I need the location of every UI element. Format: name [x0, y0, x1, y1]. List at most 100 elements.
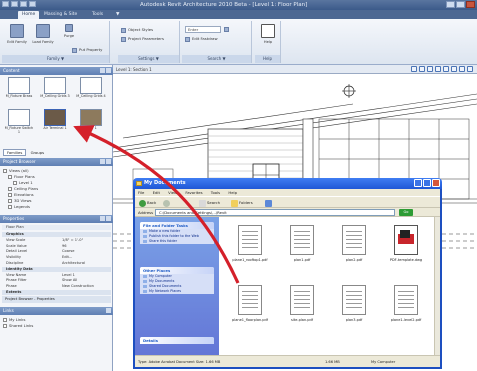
library-item[interactable]: Floor 1: [76, 109, 106, 137]
window-menu-icon[interactable]: [467, 66, 473, 72]
tree-row[interactable]: Views (all): [3, 168, 29, 173]
app-menu-icon[interactable]: [2, 1, 9, 7]
property-row[interactable]: Scale Value 96: [2, 244, 111, 249]
menu-edit[interactable]: Edit: [153, 190, 160, 195]
tab-massing-site[interactable]: Massing & Site: [40, 11, 81, 19]
search-button[interactable]: Search: [199, 199, 220, 207]
vertical-scrollbar[interactable]: [434, 217, 440, 357]
property-row[interactable]: Phase Filter Show All: [2, 278, 111, 283]
object-styles-button[interactable]: Object Styles: [121, 27, 153, 33]
put-property-button[interactable]: Put Property: [72, 47, 102, 53]
view-tab[interactable]: Level 1: Section 1: [116, 65, 152, 74]
tree-row[interactable]: Ceiling Plans: [8, 186, 38, 191]
back-button[interactable]: Back: [139, 199, 156, 207]
save-icon[interactable]: [20, 1, 27, 7]
close-icon[interactable]: [106, 308, 111, 313]
file-item[interactable]: plane1_floorplan.pdf: [227, 282, 273, 332]
tab-home[interactable]: Home: [18, 11, 40, 19]
close-icon[interactable]: [106, 68, 111, 73]
tab-tools[interactable]: Tools: [88, 11, 107, 19]
library-item[interactable]: M_Fixture Brass: [4, 77, 34, 105]
file-item[interactable]: PDF-template.dwg: [383, 222, 429, 272]
go-button[interactable]: Go: [399, 209, 413, 216]
tree-row[interactable]: Floor Plans: [8, 174, 35, 179]
view-cube-icon[interactable]: [451, 66, 457, 72]
project-parameters-button[interactable]: Project Parameters: [121, 36, 164, 42]
library-item-selected[interactable]: Air Terminal 1: [40, 109, 70, 137]
zoom-icon[interactable]: [411, 66, 417, 72]
settings-icon[interactable]: [459, 66, 465, 72]
load-family-button[interactable]: Load Family: [30, 24, 56, 44]
tree-row[interactable]: Shared Links: [3, 323, 33, 328]
file-item[interactable]: site-plan.pdf: [279, 282, 325, 332]
menu-tools[interactable]: Tools: [211, 190, 220, 195]
undo-icon[interactable]: [29, 1, 36, 7]
library-item[interactable]: M_Ceiling Grids 4: [76, 77, 106, 105]
tab-families[interactable]: Families: [3, 149, 27, 156]
tree-row[interactable]: Level 1: [13, 180, 33, 185]
pin-icon[interactable]: [100, 159, 105, 164]
file-item[interactable]: plan2.pdf: [331, 222, 377, 272]
search-button[interactable]: [224, 26, 231, 32]
tree-row[interactable]: Legends: [8, 204, 30, 209]
task-link[interactable]: My Network Places: [140, 289, 214, 294]
menu-help[interactable]: Help: [228, 190, 237, 195]
maximize-icon[interactable]: [423, 179, 431, 187]
property-row[interactable]: Discipline Architectural: [2, 261, 111, 266]
minimize-icon[interactable]: [414, 179, 422, 187]
close-icon[interactable]: [432, 179, 440, 187]
file-item[interactable]: plane1-level2.pdf: [383, 282, 429, 332]
file-item[interactable]: plan1.pdf: [279, 222, 325, 272]
pin-icon[interactable]: [100, 216, 105, 221]
property-group[interactable]: Identity Data: [2, 266, 111, 272]
task-link[interactable]: Share this folder: [140, 239, 214, 244]
library-item[interactable]: M_Ceiling Grids 3: [40, 77, 70, 105]
minimize-icon[interactable]: [446, 1, 455, 8]
help-button[interactable]: Help: [255, 24, 281, 44]
orbit-icon[interactable]: [427, 66, 433, 72]
quick-access-toolbar[interactable]: [2, 1, 38, 9]
open-icon[interactable]: [11, 1, 18, 7]
close-icon[interactable]: [106, 159, 111, 164]
close-icon[interactable]: [106, 216, 111, 221]
file-item[interactable]: plan3.pdf: [331, 282, 377, 332]
tree-row[interactable]: 3D Views: [8, 198, 32, 203]
menu-file[interactable]: File: [138, 190, 144, 195]
task-box-header[interactable]: File and Folder Tasks: [140, 222, 214, 229]
property-group[interactable]: Graphics: [2, 232, 111, 237]
maximize-icon[interactable]: [456, 1, 465, 8]
menu-view[interactable]: View: [168, 190, 177, 195]
menu-favorites[interactable]: Favorites: [185, 190, 202, 195]
pan-icon[interactable]: [419, 66, 425, 72]
tab-groups[interactable]: Groups: [28, 150, 48, 155]
zoom-fit-icon[interactable]: [435, 66, 441, 72]
task-box-header[interactable]: Other Places: [140, 267, 214, 274]
property-row[interactable]: View Scale 1/8" = 1'-0": [2, 238, 111, 243]
properties-footer[interactable]: Project Browser - Properties: [2, 296, 111, 303]
properties-type-selector[interactable]: Floor Plan: [2, 225, 111, 230]
property-row[interactable]: Phase New Construction: [2, 284, 111, 289]
address-input[interactable]: C:\Documents and Settings\...\Revit: [155, 209, 395, 216]
views-button[interactable]: [265, 199, 273, 207]
task-box-header[interactable]: Details: [140, 337, 214, 344]
property-group[interactable]: Extents: [2, 290, 111, 295]
close-icon[interactable]: [466, 1, 475, 8]
section-marker[interactable]: [342, 84, 356, 98]
property-row[interactable]: Visibility Edit...: [2, 255, 111, 260]
tree-row[interactable]: My Links: [3, 317, 25, 322]
tree-row[interactable]: Elevations: [8, 192, 34, 197]
explorer-title-bar[interactable]: My Documents: [133, 178, 442, 189]
edit-fastdraw-button[interactable]: Edit Fastdraw: [185, 36, 218, 42]
section-box-icon[interactable]: [443, 66, 449, 72]
tab-more[interactable]: ▼: [112, 11, 123, 19]
pin-icon[interactable]: [100, 68, 105, 73]
library-item[interactable]: M_Fixture Switch 1: [4, 109, 34, 137]
search-input[interactable]: Enter: [185, 26, 221, 33]
property-row[interactable]: Detail Level Coarse: [2, 249, 111, 254]
property-row[interactable]: View Name Level 1: [2, 273, 111, 278]
forward-button[interactable]: [163, 199, 171, 207]
purge-button[interactable]: Purge: [56, 24, 82, 38]
edit-family-button[interactable]: Edit Family: [4, 24, 30, 44]
file-item[interactable]: plane1_rooftop1.pdf: [227, 222, 273, 272]
folders-button[interactable]: Folders: [231, 199, 253, 207]
